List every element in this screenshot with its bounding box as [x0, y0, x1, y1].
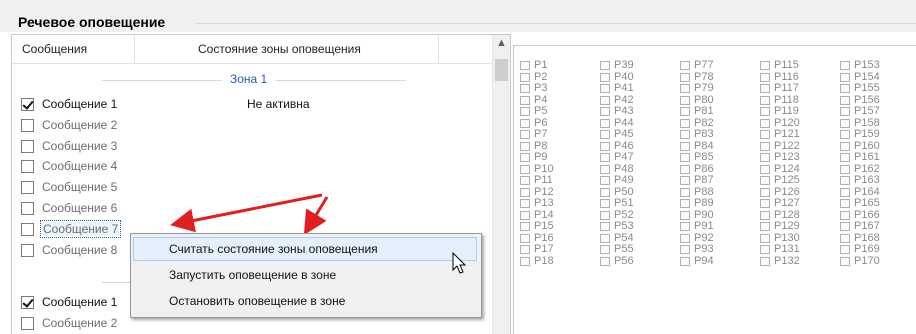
- menu-item-read-zone-state[interactable]: Считать состояние зоны оповещения: [133, 237, 477, 261]
- arrow-pointer-icon: [452, 252, 467, 274]
- arrow-down: [303, 196, 329, 236]
- menu-item-start-alert[interactable]: Запустить оповещение в зоне: [133, 263, 477, 287]
- arrow-left: [170, 193, 323, 233]
- context-menu[interactable]: Считать состояние зоны оповещения Запуст…: [130, 233, 482, 318]
- menu-item-stop-alert[interactable]: Остановить оповещение в зоне: [133, 289, 477, 313]
